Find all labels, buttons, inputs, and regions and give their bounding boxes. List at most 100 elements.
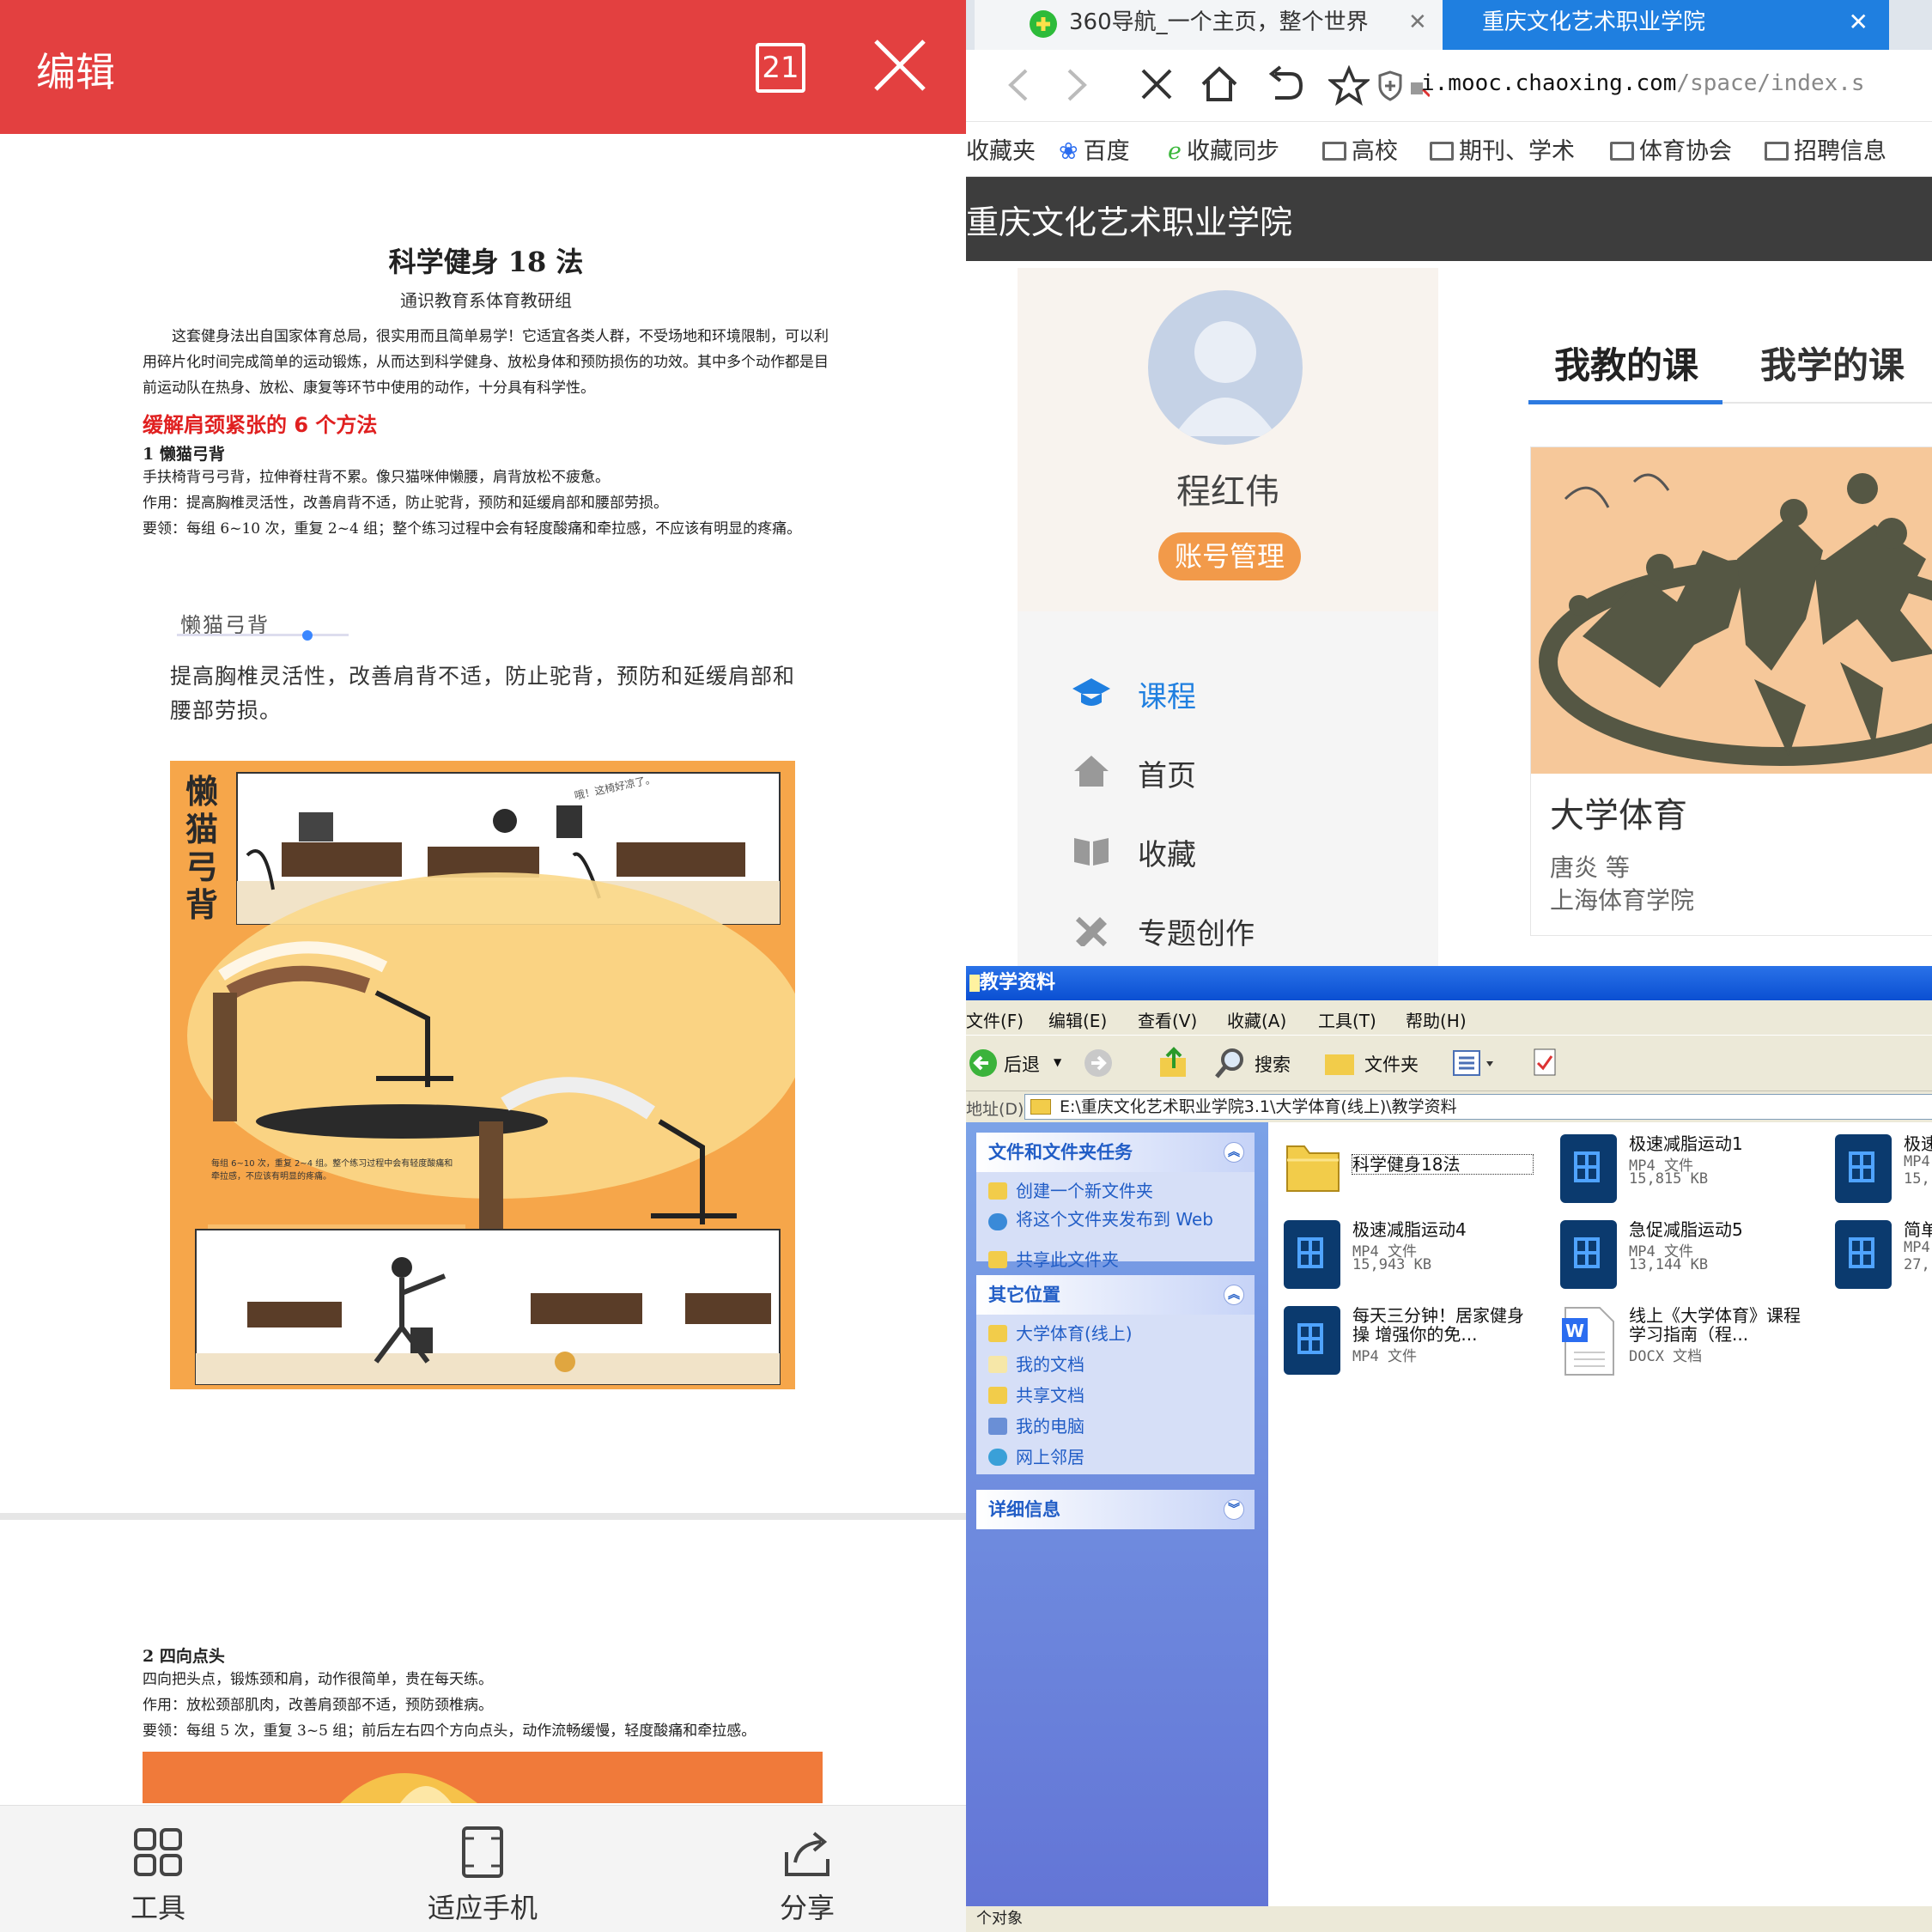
tab-close-icon[interactable]: ✕ — [1408, 0, 1427, 45]
poster-note: 每组 6~10 次，重复 2~4 组。整个练习过程中会有轻度酸痛和牵拉感，不应该… — [211, 1159, 453, 1182]
menu-tools[interactable]: 工具(T) — [1318, 1007, 1376, 1032]
place-my-documents[interactable]: 我的文档 — [976, 1349, 1255, 1380]
back-dropdown-icon[interactable]: ▼ — [1054, 1056, 1061, 1068]
menu-item-courses[interactable]: 课程 — [1071, 666, 1414, 718]
tasks-panel-header[interactable]: 文件和文件夹任务 ︽ — [976, 1133, 1255, 1172]
tab-learning[interactable]: 我学的课 — [1760, 337, 1905, 389]
explorer-task-pane: 文件和文件夹任务 ︽ 创建一个新文件夹 将这个文件夹发布到 Web 共享此文件夹 … — [966, 1122, 1268, 1906]
menu-edit[interactable]: 编辑(E) — [1048, 1007, 1107, 1032]
video-file-icon — [1284, 1220, 1340, 1289]
expand-chevron-icon[interactable]: ︾ — [1224, 1499, 1244, 1520]
place-label: 我的文档 — [1016, 1354, 1084, 1375]
place-my-computer[interactable]: 我的电脑 — [976, 1411, 1255, 1442]
bookmark-sync[interactable]: ℯ 收藏同步 — [1168, 132, 1279, 166]
tab-teaching[interactable]: 我教的课 — [1554, 337, 1698, 389]
folder-icon — [1610, 142, 1634, 161]
undo-icon[interactable] — [1265, 65, 1304, 105]
folder-small-icon — [969, 975, 980, 992]
avatar[interactable] — [1148, 290, 1303, 445]
sync-e-icon: ℯ — [1168, 138, 1182, 165]
bookmark-baidu[interactable]: ❀ 百度 — [1059, 132, 1130, 166]
folders-icon[interactable] — [1323, 1048, 1358, 1078]
file-item-course-guide[interactable]: W 线上《大学体育》课程学习指南（程... DOCX 文档 — [1560, 1303, 1835, 1380]
item1-method: 要领：每组 6~10 次，重复 2~4 组；整个练习过程中会有轻度酸痛和牵拉感，… — [143, 520, 802, 538]
search-icon[interactable] — [1213, 1046, 1248, 1080]
back-arrow-icon[interactable] — [968, 1048, 999, 1078]
file-item-video-2[interactable]: 极速 MP4 15, — [1835, 1131, 1932, 1208]
bookmark-label: 期刊、学术 — [1459, 138, 1575, 165]
file-item-video-4[interactable]: 极速减脂运动4 MP4 文件 15,943 KB — [1284, 1217, 1558, 1294]
explorer-title-bar[interactable]: 教学资料 — [966, 966, 1932, 1000]
bookmark-folder-colleges[interactable]: 高校 — [1322, 132, 1398, 166]
fit-phone-button[interactable]: 适应手机 — [397, 1806, 568, 1932]
menu-view[interactable]: 查看(V) — [1138, 1007, 1197, 1032]
search-button[interactable]: 搜索 — [1255, 1051, 1291, 1077]
home-icon[interactable] — [1200, 65, 1239, 105]
address-bar[interactable]: i.mooc.chaoxing.com/space/index.s — [1421, 70, 1865, 96]
document-page-2: 2 四向点头 四向把头点，锻炼颈和肩，动作很简单，贵在每天练。 作用：放松颈部肌… — [143, 1640, 829, 1744]
url-path: /space/index.s — [1676, 70, 1865, 96]
up-folder-icon[interactable] — [1157, 1046, 1191, 1080]
menu-favorites[interactable]: 收藏(A) — [1227, 1007, 1286, 1032]
file-name: 线上《大学体育》课程学习指南（程... — [1629, 1306, 1801, 1344]
browser-window: 360导航_一个主页，整个世界 ✕ 重庆文化艺术职业学院 ✕ i.mooc.ch… — [966, 0, 1932, 966]
place-network[interactable]: 网上邻居 — [976, 1442, 1255, 1473]
menu-help[interactable]: 帮助(H) — [1406, 1007, 1467, 1032]
task-label: 共享此文件夹 — [1016, 1249, 1119, 1270]
item2-effect: 作用：放松颈部肌肉，改善肩颈部不适，预防颈椎病。 — [143, 1697, 493, 1714]
file-item-video-5[interactable]: 急促减脂运动5 MP4 文件 13,144 KB — [1560, 1217, 1835, 1294]
bookmark-folder-jobs[interactable]: 招聘信息 — [1765, 132, 1886, 166]
site-name[interactable]: 重庆文化艺术职业学院 — [966, 196, 1292, 243]
file-item-video-1[interactable]: 极速减脂运动1 MP4 文件 15,815 KB — [1560, 1131, 1835, 1208]
tab-close-icon[interactable]: ✕ — [1849, 0, 1868, 45]
file-item-video-simple[interactable]: 简单 MP4 27, — [1835, 1217, 1932, 1294]
video-file-icon — [1560, 1134, 1617, 1203]
bookmark-label: 收藏夹 — [966, 138, 1036, 165]
place-shared-documents[interactable]: 共享文档 — [976, 1380, 1255, 1411]
forward-icon[interactable] — [1059, 65, 1093, 105]
task-new-folder[interactable]: 创建一个新文件夹 — [976, 1176, 1255, 1206]
course-cover-image[interactable] — [1531, 447, 1932, 774]
menu-item-home[interactable]: 首页 — [1071, 745, 1414, 797]
file-item-fitness-folder[interactable]: 科学健身18法 — [1284, 1131, 1558, 1208]
back-icon[interactable] — [1002, 65, 1036, 105]
stop-icon[interactable] — [1138, 65, 1176, 105]
file-size: 13,144 KB — [1629, 1256, 1709, 1273]
bookmark-folder-sports[interactable]: 体育协会 — [1610, 132, 1732, 166]
course-name[interactable]: 大学体育 — [1550, 787, 1687, 837]
close-icon[interactable] — [869, 34, 931, 96]
details-panel-header[interactable]: 详细信息 ︾ — [976, 1490, 1255, 1529]
views-icon[interactable] — [1452, 1049, 1500, 1078]
places-panel-header[interactable]: 其它位置 ︽ — [976, 1275, 1255, 1315]
share-button[interactable]: 分享 — [721, 1806, 893, 1932]
file-item-home-workout[interactable]: 每天三分钟！居家健身操 增强你的免... MP4 文件 — [1284, 1303, 1558, 1380]
menu-label: 首页 — [1138, 759, 1196, 793]
course-card[interactable]: 大学体育 唐炎 等 上海体育学院 — [1530, 447, 1932, 936]
bookmark-favorites[interactable]: 收藏夹 — [966, 132, 1036, 166]
tab-college[interactable]: 重庆文化艺术职业学院 ✕ — [1443, 0, 1889, 50]
explorer-address-input[interactable]: E:\重庆文化艺术职业学院3.1\大学体育(线上)\教学资料 — [1024, 1094, 1932, 1120]
menu-item-topics[interactable]: 专题创作 — [1071, 903, 1414, 955]
tools-button[interactable]: 工具 — [72, 1806, 244, 1932]
menu-item-favorites[interactable]: 收藏 — [1071, 824, 1414, 876]
task-share-folder[interactable]: 共享此文件夹 — [976, 1244, 1255, 1275]
bookmark-folder-journals[interactable]: 期刊、学术 — [1430, 132, 1575, 166]
collapse-chevron-icon[interactable]: ︽ — [1224, 1142, 1244, 1163]
forward-arrow-icon[interactable] — [1083, 1048, 1114, 1078]
account-manage-button[interactable]: 账号管理 — [1158, 532, 1301, 580]
globe-icon — [988, 1213, 1007, 1230]
back-button[interactable]: 后退 — [1004, 1051, 1040, 1077]
file-type: MP4 — [1904, 1239, 1930, 1256]
place-sports-online[interactable]: 大学体育(线上) — [976, 1318, 1255, 1349]
page-count-button[interactable]: 21 — [756, 43, 805, 93]
properties-icon[interactable] — [1529, 1048, 1560, 1078]
task-publish-web[interactable]: 将这个文件夹发布到 Web — [976, 1206, 1255, 1244]
folder-icon — [988, 1325, 1007, 1342]
collapse-chevron-icon[interactable]: ︽ — [1224, 1285, 1244, 1305]
tab-strip: 360导航_一个主页，整个世界 ✕ 重庆文化艺术职业学院 ✕ — [966, 0, 1932, 50]
edit-title[interactable]: 编辑 — [36, 41, 115, 98]
my-documents-icon — [988, 1356, 1007, 1373]
folders-button[interactable]: 文件夹 — [1364, 1051, 1419, 1077]
menu-file[interactable]: 文件(F) — [966, 1007, 1024, 1032]
star-icon[interactable] — [1328, 65, 1370, 106]
